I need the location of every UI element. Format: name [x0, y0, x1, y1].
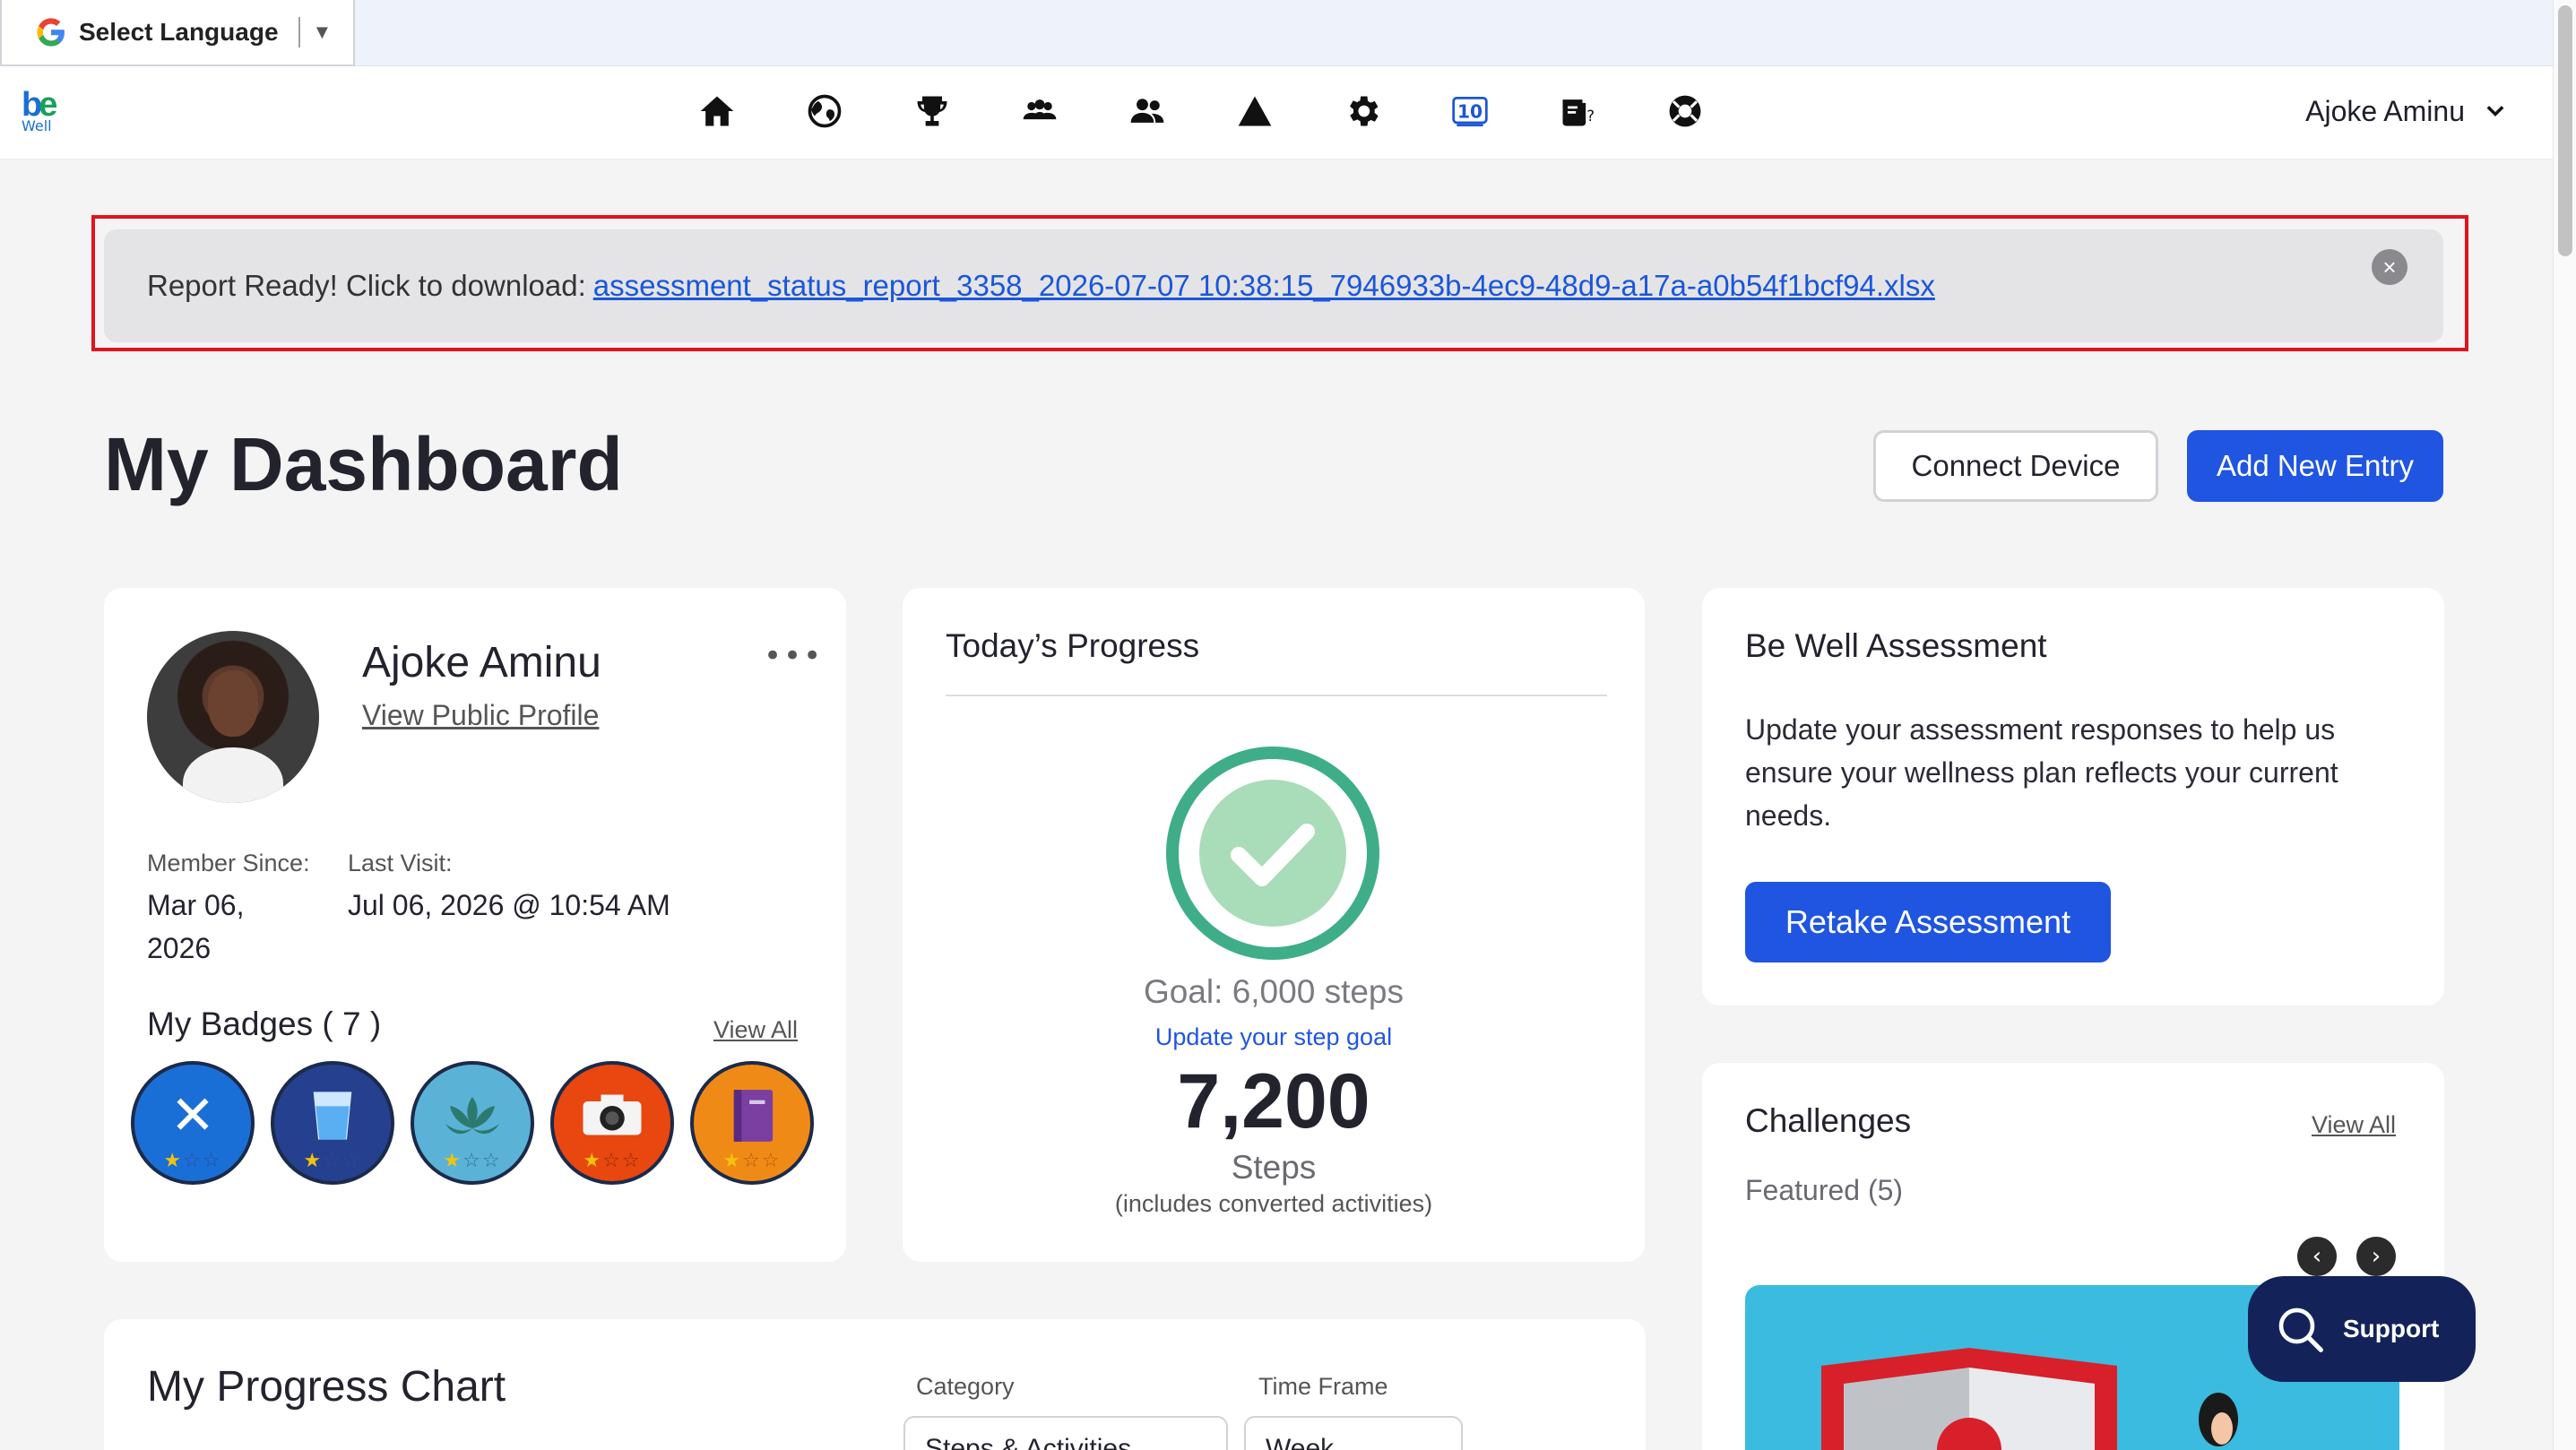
carousel-prev-button[interactable]: ‹ [2297, 1237, 2337, 1276]
page-title: My Dashboard [104, 422, 623, 506]
avatar[interactable] [147, 631, 319, 803]
progress-title: Today’s Progress [946, 627, 1200, 664]
lifebuoy-icon[interactable] [1631, 84, 1739, 138]
fork-knife-icon: ✕ [169, 1084, 216, 1147]
challenges-card: Challenges View All Featured (5) ‹ › [1702, 1063, 2444, 1450]
scrollbar-thumb[interactable] [2558, 5, 2572, 256]
gear-icon[interactable] [1309, 84, 1416, 138]
water-glass-icon [313, 1092, 352, 1140]
user-menu[interactable]: Ajoke Aminu [2305, 82, 2508, 140]
bewell-logo[interactable]: be Well [22, 88, 66, 138]
badge-stars: ★☆☆ [583, 1150, 642, 1172]
update-step-goal-link[interactable]: Update your step goal [903, 1023, 1645, 1051]
group-icon[interactable] [986, 84, 1094, 138]
progress-chart-card: My Progress Chart Category Steps & Activ… [104, 1319, 1646, 1450]
assessment-card: Be Well Assessment Update your assessmen… [1702, 588, 2444, 1006]
category-label: Category [916, 1373, 1015, 1400]
retake-assessment-button[interactable]: Retake Assessment [1745, 882, 2111, 962]
top-nav: be Well 10 ? Ajoke Aminu [0, 66, 2553, 160]
dining-badge[interactable]: ✕ ★☆☆ [131, 1061, 255, 1185]
report-banner: Report Ready! Click to download: assessm… [104, 229, 2443, 342]
translate-bar: Select Language ▼ [0, 0, 2553, 66]
logo-subtext: Well [22, 117, 52, 134]
language-select[interactable]: Select Language ▼ [0, 0, 355, 66]
divider [298, 17, 300, 47]
divider [946, 695, 1607, 696]
lotus-icon [445, 1097, 499, 1135]
camera-badge[interactable]: ★☆☆ [550, 1061, 674, 1185]
badge-stars: ★☆☆ [163, 1150, 222, 1172]
goal-complete-ring [1166, 747, 1379, 960]
trophy-icon[interactable] [878, 84, 986, 138]
challenges-title: Challenges [1745, 1102, 1912, 1139]
journal-badge[interactable]: ★☆☆ [690, 1061, 814, 1185]
badges-title: My Badges ( 7 ) [147, 1006, 382, 1042]
carousel-next-button[interactable]: › [2356, 1237, 2396, 1276]
steps-note: (includes converted activities) [1114, 1190, 1433, 1217]
camera-icon [583, 1094, 642, 1135]
more-options-icon[interactable]: ••• [764, 638, 823, 674]
quiz-icon[interactable]: ? [1524, 84, 1631, 138]
last-visit-value: Jul 06, 2026 @ 10:54 AM [348, 889, 670, 921]
assessment-description: Update your assessment responses to help… [1745, 713, 2338, 832]
close-icon[interactable]: × [2372, 249, 2407, 285]
member-since-value-line2: 2026 [147, 932, 212, 964]
users-icon[interactable] [1094, 84, 1201, 138]
search-icon [2278, 1308, 2323, 1352]
timeframe-select-value: Week [1266, 1434, 1335, 1450]
featured-count: Featured (5) [1745, 1174, 1904, 1206]
svg-text:?: ? [1586, 108, 1595, 125]
support-button[interactable]: Support [2248, 1276, 2476, 1382]
timeframe-select[interactable]: Week [1244, 1416, 1463, 1450]
view-public-profile-link[interactable]: View Public Profile [362, 699, 599, 732]
triangle-icon[interactable] [1201, 84, 1309, 138]
caret-down-icon: ▼ [312, 21, 333, 43]
last-visit-label: Last Visit: [348, 850, 453, 876]
chart-title: My Progress Chart [147, 1363, 506, 1411]
water-badge[interactable]: ★☆☆ [271, 1061, 394, 1185]
steps-label: Steps [1231, 1149, 1317, 1186]
add-new-entry-button[interactable]: Add New Entry [2187, 430, 2443, 502]
avatar-shirt [183, 747, 283, 803]
connect-device-button[interactable]: Connect Device [1873, 430, 2158, 502]
member-since-label: Member Since: [147, 850, 310, 876]
challenges-view-all-link[interactable]: View All [2312, 1111, 2396, 1139]
ten-badge-text: 10 [1457, 100, 1482, 122]
page-scrollbar[interactable] [2553, 0, 2576, 1450]
todays-progress-card: Today’s Progress Goal: 6,000 steps Updat… [903, 588, 1645, 1262]
globe-icon[interactable] [771, 84, 878, 138]
badge-stars: ★☆☆ [443, 1150, 502, 1172]
badge-stars: ★☆☆ [303, 1150, 362, 1172]
assessment-title: Be Well Assessment [1745, 627, 2047, 664]
lotus-badge[interactable]: ★☆☆ [411, 1061, 534, 1185]
home-icon[interactable] [663, 84, 771, 138]
google-icon [37, 18, 65, 47]
steps-count: 7,200 [1177, 1058, 1370, 1144]
category-select[interactable]: Steps & Activities [903, 1416, 1228, 1450]
nav-icon-bar: 10 ? [663, 84, 1739, 138]
member-since-value-line1: Mar 06, [147, 889, 245, 921]
journal-icon [733, 1090, 774, 1142]
ten-badge-icon[interactable]: 10 [1416, 84, 1524, 138]
language-select-label: Select Language [79, 18, 279, 46]
timeframe-label: Time Frame [1258, 1373, 1388, 1400]
profile-card: Ajoke Aminu View Public Profile ••• Memb… [104, 588, 846, 1262]
report-message: Report Ready! Click to download: [147, 269, 586, 302]
category-select-value: Steps & Activities [925, 1434, 1132, 1450]
badges-list: ✕ ★☆☆ ★☆☆ ★☆☆ ★☆☆ ★☆☆ [131, 1061, 814, 1185]
avatar-face [208, 670, 258, 737]
step-goal-text: Goal: 6,000 steps [1143, 973, 1405, 1010]
badge-stars: ★☆☆ [722, 1150, 782, 1172]
chevron-down-icon [2486, 106, 2504, 117]
report-download-link[interactable]: assessment_status_report_3358_2026-07-07… [593, 269, 1935, 303]
user-name: Ajoke Aminu [2305, 94, 2465, 127]
badges-view-all-link[interactable]: View All [713, 1016, 798, 1044]
profile-name: Ajoke Aminu [362, 639, 601, 686]
support-label: Support [2343, 1315, 2440, 1342]
